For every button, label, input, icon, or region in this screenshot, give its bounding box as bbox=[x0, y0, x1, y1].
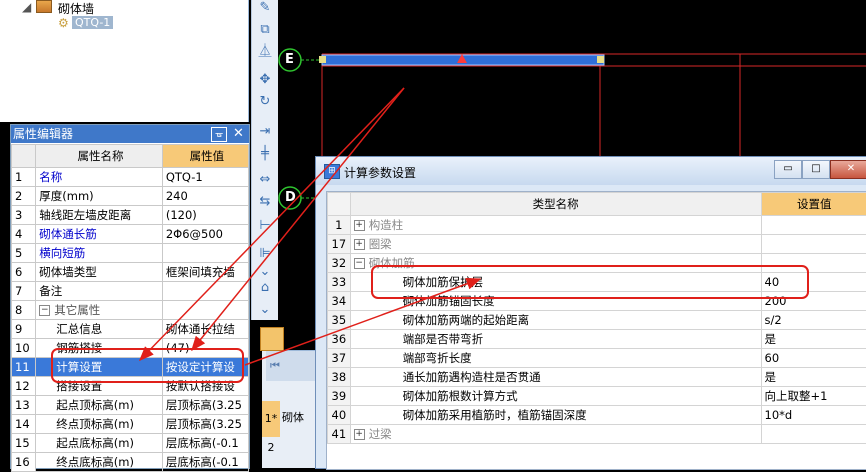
settings-item-label: 砌体加筋根数计算方式 bbox=[403, 389, 518, 403]
settings-value[interactable]: 是 bbox=[761, 368, 866, 387]
settings-row[interactable]: 39 砌体加筋根数计算方式 向上取整+1 bbox=[328, 387, 866, 406]
settings-value[interactable] bbox=[761, 216, 866, 235]
settings-row[interactable]: 38 通长加筋遇构造柱是否贯通 是 bbox=[328, 368, 866, 387]
settings-row[interactable]: 34 砌体加筋锚固长度 200 bbox=[328, 292, 866, 311]
dialog-titlebar[interactable]: ⊞ 计算参数设置 ▭ □ ✕ bbox=[316, 157, 866, 185]
settings-group-row[interactable]: 41+ 过梁 bbox=[328, 425, 866, 444]
collapse-icon[interactable]: − bbox=[354, 258, 365, 269]
settings-value[interactable] bbox=[761, 254, 866, 273]
settings-item-label: 砌体加筋采用植筋时，植筋锚固深度 bbox=[403, 408, 587, 422]
wall-grip-start bbox=[319, 56, 326, 63]
settings-name: −砌体加筋 bbox=[350, 254, 761, 273]
settings-row[interactable]: 37 端部弯折长度 60 bbox=[328, 349, 866, 368]
settings-row-num: 40 bbox=[328, 406, 351, 425]
settings-grid: 类型名称 设置值 1+构造柱17+圈梁32−砌体加筋33砌体加筋保护层4034砌… bbox=[326, 191, 866, 470]
settings-name: 通长加筋遇构造柱是否贯通 bbox=[350, 368, 761, 387]
settings-name: 端部弯折长度 bbox=[350, 349, 761, 368]
settings-item-label: 端部是否带弯折 bbox=[403, 332, 484, 346]
settings-row[interactable]: 33 砌体加筋保护层 40 bbox=[328, 273, 866, 292]
settings-name: 砌体加筋两端的起始距离 bbox=[350, 311, 761, 330]
settings-value[interactable]: 向上取整+1 bbox=[761, 387, 866, 406]
settings-row[interactable]: 40 砌体加筋采用植筋时，植筋锚固深度 10*d bbox=[328, 406, 866, 425]
col-header-setting-value: 设置值 bbox=[761, 193, 866, 216]
settings-item-label: 砌体加筋两端的起始距离 bbox=[403, 313, 530, 327]
settings-value[interactable]: 10*d bbox=[761, 406, 866, 425]
expand-icon[interactable]: + bbox=[354, 429, 365, 440]
close-button[interactable]: ✕ bbox=[830, 160, 866, 179]
settings-row-num: 34 bbox=[328, 292, 351, 311]
settings-name: 砌体加筋根数计算方式 bbox=[350, 387, 761, 406]
settings-group-label: 砌体加筋 bbox=[369, 256, 415, 270]
settings-row[interactable]: 36 端部是否带弯折 是 bbox=[328, 330, 866, 349]
settings-group-label: 圈梁 bbox=[369, 237, 392, 251]
settings-group-row[interactable]: 17+ 圈梁 bbox=[328, 235, 866, 254]
minimize-button[interactable]: ▭ bbox=[774, 160, 802, 179]
settings-value[interactable]: 40 bbox=[761, 273, 866, 292]
expand-icon[interactable]: + bbox=[354, 239, 365, 250]
settings-row-num: 35 bbox=[328, 311, 351, 330]
dialog-app-icon: ⊞ bbox=[324, 164, 340, 179]
settings-row-num: 17 bbox=[328, 235, 351, 254]
settings-row-num: 41 bbox=[328, 425, 351, 444]
settings-row-num: 32 bbox=[328, 254, 351, 273]
maximize-button[interactable]: □ bbox=[802, 160, 830, 179]
settings-row-num: 36 bbox=[328, 330, 351, 349]
settings-value[interactable]: 200 bbox=[761, 292, 866, 311]
settings-row-num: 33 bbox=[328, 273, 351, 292]
calc-settings-dialog: ⊞ 计算参数设置 ▭ □ ✕ 类型名称 设置值 1+构造柱17+圈梁32−砌体加… bbox=[315, 156, 866, 469]
settings-value[interactable]: 是 bbox=[761, 330, 866, 349]
settings-row[interactable]: 35 砌体加筋两端的起始距离 s/2 bbox=[328, 311, 866, 330]
settings-item-label: 通长加筋遇构造柱是否贯通 bbox=[403, 370, 541, 384]
settings-value[interactable]: 60 bbox=[761, 349, 866, 368]
settings-item-label: 端部弯折长度 bbox=[403, 351, 472, 365]
dialog-title: 计算参数设置 bbox=[344, 164, 416, 181]
settings-value[interactable] bbox=[761, 235, 866, 254]
expand-icon[interactable]: + bbox=[354, 220, 365, 231]
settings-name: + 圈梁 bbox=[350, 235, 761, 254]
settings-name: 砌体加筋采用植筋时，植筋锚固深度 bbox=[350, 406, 761, 425]
settings-item-label: 砌体加筋保护层 bbox=[403, 275, 484, 289]
settings-name: 端部是否带弯折 bbox=[350, 330, 761, 349]
settings-row-num: 38 bbox=[328, 368, 351, 387]
settings-row-num: 39 bbox=[328, 387, 351, 406]
settings-group-label: 构造柱 bbox=[369, 218, 404, 232]
settings-value[interactable]: s/2 bbox=[761, 311, 866, 330]
settings-group-row[interactable]: 1+ 构造柱 bbox=[328, 216, 866, 235]
settings-item-label: 砌体加筋锚固长度 bbox=[403, 294, 495, 308]
settings-name: + 过梁 bbox=[350, 425, 761, 444]
settings-row-num: 37 bbox=[328, 349, 351, 368]
axis-label-e: E bbox=[285, 52, 294, 67]
axis-label-d: D bbox=[285, 190, 296, 205]
col-header-type-name: 类型名称 bbox=[350, 193, 761, 216]
settings-row-num: 1 bbox=[328, 216, 351, 235]
settings-name: 砌体加筋锚固长度 bbox=[350, 292, 761, 311]
settings-name: + 构造柱 bbox=[350, 216, 761, 235]
settings-group-row[interactable]: 32−砌体加筋 bbox=[328, 254, 866, 273]
settings-name: 砌体加筋保护层 bbox=[350, 273, 761, 292]
settings-group-label: 过梁 bbox=[369, 427, 392, 441]
settings-value[interactable] bbox=[761, 425, 866, 444]
wall-grip-end bbox=[597, 56, 604, 63]
